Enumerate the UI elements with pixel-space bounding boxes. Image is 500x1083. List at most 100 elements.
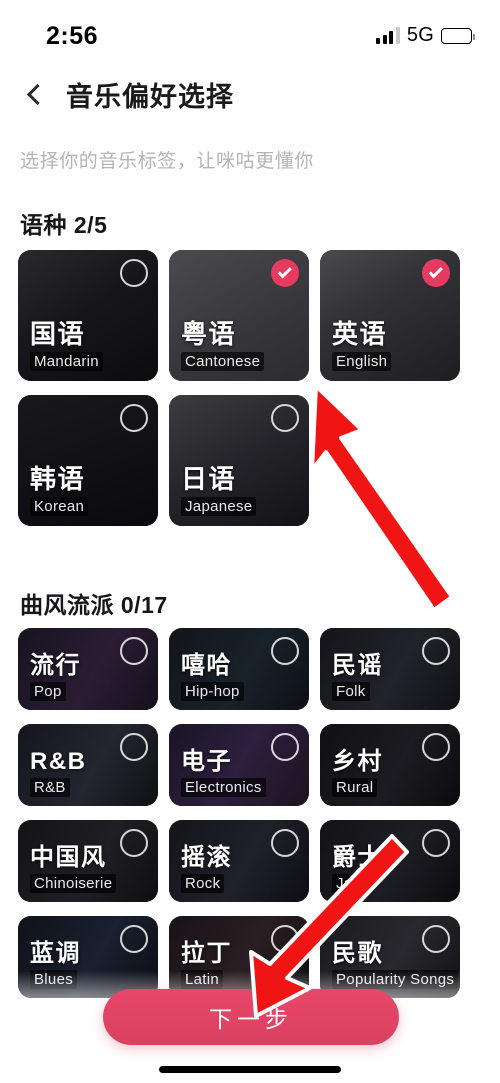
card-label-zh: 蓝调 <box>30 939 81 967</box>
checkbox-circle-icon[interactable] <box>271 404 299 432</box>
card-label-zh: 民歌 <box>332 939 383 967</box>
checkbox-circle-icon[interactable] <box>120 259 148 287</box>
next-step-button[interactable]: 下一步 <box>103 989 399 1045</box>
signal-bars-icon <box>376 27 400 44</box>
battery-full-icon <box>441 27 476 44</box>
navigation-bar: 音乐偏好选择 <box>0 66 500 122</box>
genre-card[interactable]: 乡村 Rural <box>320 724 460 806</box>
card-labels: 流行 Pop <box>30 653 81 701</box>
card-labels: 嘻哈 Hip-hop <box>181 653 244 701</box>
card-labels: 日语 Japanese <box>181 463 257 516</box>
card-labels: 蓝调 Blues <box>30 941 81 989</box>
card-label-zh: 粤语 <box>181 318 237 349</box>
genre-card[interactable]: 爵士 Jazz <box>320 820 460 902</box>
card-labels: 爵士 Jazz <box>332 845 383 893</box>
check-icon <box>428 263 443 278</box>
card-label-en: Hip-hop <box>181 682 244 701</box>
card-labels: 拉丁 Latin <box>181 941 232 989</box>
genre-card[interactable]: 嘻哈 Hip-hop <box>169 628 309 710</box>
card-label-zh: 爵士 <box>332 843 383 871</box>
card-labels: 中国风 Chinoiserie <box>30 843 117 893</box>
checkbox-circle-icon[interactable] <box>271 733 299 761</box>
checkmark-selected-icon[interactable] <box>271 259 299 287</box>
card-labels: 乡村 Rural <box>332 749 383 797</box>
card-label-zh: 拉丁 <box>181 939 232 967</box>
language-card[interactable]: 日语 Japanese <box>169 395 309 526</box>
card-label-zh: 韩语 <box>30 463 86 494</box>
status-indicators: 5G <box>376 24 476 47</box>
genre-card[interactable]: R&B R&B <box>18 724 158 806</box>
status-bar: 2:56 5G <box>0 0 500 62</box>
card-labels: 摇滚 Rock <box>181 845 232 893</box>
genre-card[interactable]: 蓝调 Blues <box>18 916 158 998</box>
genre-card[interactable]: 民歌 Popularity Songs <box>320 916 460 998</box>
checkbox-circle-icon[interactable] <box>120 404 148 432</box>
card-label-en: Electronics <box>181 778 266 797</box>
card-labels: 民歌 Popularity Songs <box>332 939 459 989</box>
card-label-en: Korean <box>30 497 89 516</box>
card-labels: 粤语 Cantonese <box>181 318 265 371</box>
card-label-en: Chinoiserie <box>30 874 117 893</box>
genre-card[interactable]: 拉丁 Latin <box>169 916 309 998</box>
checkbox-circle-icon[interactable] <box>120 925 148 953</box>
card-labels: 韩语 Korean <box>30 463 89 516</box>
check-icon <box>277 263 292 278</box>
section-title-language: 语种 2/5 <box>20 206 107 240</box>
page-title: 音乐偏好选择 <box>66 81 234 112</box>
genre-card[interactable]: 摇滚 Rock <box>169 820 309 902</box>
checkbox-circle-icon[interactable] <box>120 733 148 761</box>
language-card[interactable]: 韩语 Korean <box>18 395 158 526</box>
card-labels: R&B R&B <box>30 749 87 797</box>
back-button[interactable] <box>8 67 62 121</box>
checkbox-circle-icon[interactable] <box>271 925 299 953</box>
card-labels: 国语 Mandarin <box>30 320 103 371</box>
card-label-en: Pop <box>30 682 66 701</box>
card-label-en: R&B <box>30 778 70 797</box>
card-label-zh: 摇滚 <box>181 843 232 871</box>
card-label-en: Japanese <box>181 497 257 516</box>
section-label-genre: 曲风流派 <box>20 592 114 618</box>
checkbox-circle-icon[interactable] <box>120 829 148 857</box>
chevron-left-icon <box>26 83 49 105</box>
card-label-zh: 流行 <box>30 651 81 679</box>
status-time: 2:56 <box>46 22 99 50</box>
genre-card-grid: 流行 Pop 嘻哈 Hip-hop 民谣 Folk R&B R&B 电子 Electronics 乡… <box>18 628 482 998</box>
language-card[interactable]: 国语 Mandarin <box>18 250 158 381</box>
card-label-en: Latin <box>181 970 224 989</box>
card-label-zh: 乡村 <box>332 747 383 775</box>
card-label-zh: 电子 <box>181 747 232 775</box>
language-card[interactable]: 英语 English <box>320 250 460 381</box>
genre-card[interactable]: 中国风 Chinoiserie <box>18 820 158 902</box>
card-label-zh: 英语 <box>332 318 388 349</box>
card-labels: 英语 English <box>332 318 392 371</box>
page-subtitle: 选择你的音乐标签，让咪咕更懂你 <box>20 151 315 172</box>
card-label-zh: R&B <box>30 747 87 775</box>
card-label-en: Rural <box>332 778 378 797</box>
genre-card[interactable]: 民谣 Folk <box>320 628 460 710</box>
checkbox-circle-icon[interactable] <box>120 637 148 665</box>
checkbox-circle-icon[interactable] <box>422 829 450 857</box>
phone-screen: 2:56 5G 音乐偏好选择 选择你的音乐标签，让咪咕更懂你 语种 2/5 国语… <box>0 0 500 1083</box>
card-label-zh: 嘻哈 <box>181 651 232 679</box>
genre-card[interactable]: 电子 Electronics <box>169 724 309 806</box>
card-label-en: English <box>332 352 392 371</box>
card-label-en: Mandarin <box>30 352 103 371</box>
card-label-zh: 中国风 <box>30 843 107 871</box>
home-indicator <box>159 1066 341 1073</box>
checkbox-circle-icon[interactable] <box>422 637 450 665</box>
section-label-language: 语种 <box>20 212 67 238</box>
card-label-en: Folk <box>332 682 370 701</box>
genre-card[interactable]: 流行 Pop <box>18 628 158 710</box>
card-labels: 电子 Electronics <box>181 749 266 797</box>
card-label-zh: 民谣 <box>332 651 383 679</box>
section-count-genre: 0/17 <box>120 592 168 618</box>
checkbox-circle-icon[interactable] <box>271 637 299 665</box>
checkbox-circle-icon[interactable] <box>271 829 299 857</box>
card-label-zh: 日语 <box>181 463 237 494</box>
checkmark-selected-icon[interactable] <box>422 259 450 287</box>
language-card[interactable]: 粤语 Cantonese <box>169 250 309 381</box>
card-label-en: Cantonese <box>181 352 265 371</box>
checkbox-circle-icon[interactable] <box>422 733 450 761</box>
network-type-label: 5G <box>406 24 434 46</box>
card-label-en: Jazz <box>332 874 373 893</box>
